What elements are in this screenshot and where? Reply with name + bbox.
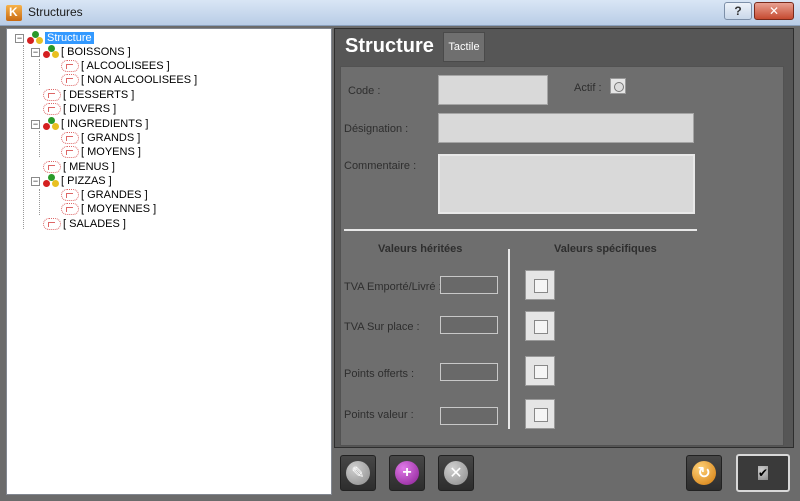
specific-values-header: Valeurs spécifiques xyxy=(554,243,657,255)
collapse-icon[interactable]: − xyxy=(31,47,40,57)
code-label: Code : xyxy=(348,85,381,97)
tree-item-pizzas[interactable]: − [ PIZZAS ] xyxy=(31,174,112,188)
points-offerts-inherited-field xyxy=(440,363,498,381)
tva-emporte-inherited-field xyxy=(440,276,498,294)
help-button[interactable]: ? xyxy=(724,2,752,20)
tree-item-label: [ MENUS ] xyxy=(63,161,115,173)
structure-leaf-icon xyxy=(43,161,61,173)
tva-sur-place-inherited-field xyxy=(440,316,498,334)
delete-button[interactable]: ✕ xyxy=(438,455,474,491)
section-divider xyxy=(344,229,697,231)
tva-emporte-label: TVA Emporté/Livré : xyxy=(344,281,442,293)
tree-item-label: [ GRANDES ] xyxy=(81,189,148,201)
points-valeur-inherited-field xyxy=(440,407,498,425)
add-button[interactable]: + xyxy=(389,455,425,491)
refresh-icon: ↻ xyxy=(692,461,716,485)
structure-group-icon xyxy=(27,31,43,45)
designation-label: Désignation : xyxy=(344,123,409,135)
tree-item-divers[interactable]: [ DIVERS ] xyxy=(43,102,116,116)
collapse-icon[interactable]: − xyxy=(15,33,24,43)
structure-leaf-icon xyxy=(61,60,79,72)
tree-item-label: [ PIZZAS ] xyxy=(61,175,112,187)
points-offerts-label: Points offerts : xyxy=(344,368,415,380)
structure-group-icon xyxy=(43,117,59,131)
tree-item-alcoolisees[interactable]: [ ALCOOLISEES ] xyxy=(61,59,170,73)
tree-item-label: [ GRANDS ] xyxy=(81,132,141,144)
herited-values-header: Valeurs héritées xyxy=(378,243,463,255)
window-title: Structures xyxy=(28,5,83,19)
delete-icon: ✕ xyxy=(444,461,468,485)
add-icon: + xyxy=(395,461,419,485)
structure-leaf-icon xyxy=(61,189,79,201)
tree-item-grandes[interactable]: [ GRANDES ] xyxy=(61,188,148,202)
tree-item-label: [ MOYENS ] xyxy=(81,146,141,158)
tree-root-label: Structure xyxy=(45,32,94,44)
structure-leaf-icon xyxy=(43,218,61,230)
collapse-icon[interactable]: − xyxy=(31,119,40,129)
collapse-icon[interactable]: − xyxy=(31,176,40,186)
tree-item-label: [ INGREDIENTS ] xyxy=(61,118,149,130)
tab-tactile[interactable]: Tactile xyxy=(443,32,485,62)
tree-item-label: [ ALCOOLISEES ] xyxy=(81,60,170,72)
tree-item-label: [ MOYENNES ] xyxy=(81,203,157,215)
tree-item-label: [ BOISSONS ] xyxy=(61,46,131,58)
tab-structure[interactable]: Structure xyxy=(339,30,441,62)
refresh-button[interactable]: ↻ xyxy=(686,455,722,491)
tree-item-moyens[interactable]: [ MOYENS ] xyxy=(61,145,141,159)
edit-button[interactable]: ✎ xyxy=(340,455,376,491)
designation-field[interactable] xyxy=(438,113,694,143)
tree-item-label: [ NON ALCOOLISEES ] xyxy=(81,74,198,86)
structure-leaf-icon xyxy=(43,89,61,101)
actif-label: Actif : xyxy=(574,82,602,94)
points-valeur-label: Points valeur : xyxy=(344,409,414,421)
app-icon xyxy=(6,5,22,21)
tree-item-ingredients[interactable]: − [ INGREDIENTS ] xyxy=(31,117,148,131)
points-offerts-specific-checkbox[interactable] xyxy=(525,356,555,386)
structure-leaf-icon xyxy=(61,146,79,158)
structure-group-icon xyxy=(43,45,59,59)
tree-item-label: [ DESSERTS ] xyxy=(63,89,135,101)
ok-button[interactable]: ✔ xyxy=(736,454,790,492)
points-valeur-specific-checkbox[interactable] xyxy=(525,399,555,429)
tree-item-salades[interactable]: [ SALADES ] xyxy=(43,217,126,231)
structure-leaf-icon xyxy=(61,74,79,86)
tree-item-label: [ DIVERS ] xyxy=(63,103,117,115)
tree-item-moyennes[interactable]: [ MOYENNES ] xyxy=(61,202,156,216)
checkmark-icon: ✔ xyxy=(757,466,769,480)
tva-emporte-specific-checkbox[interactable] xyxy=(525,270,555,300)
structure-leaf-icon xyxy=(61,132,79,144)
code-field[interactable] xyxy=(438,75,548,105)
structure-tree[interactable]: − Structure − [ BOISSONS ] [ ALCOOLISEES… xyxy=(6,28,332,495)
tree-item-boissons[interactable]: − [ BOISSONS ] xyxy=(31,45,131,59)
tree-item-non-alcoolisees[interactable]: [ NON ALCOOLISEES ] xyxy=(61,73,197,87)
tree-item-grands[interactable]: [ GRANDS ] xyxy=(61,131,140,145)
window-titlebar: Structures ? ✕ xyxy=(0,0,800,26)
edit-icon: ✎ xyxy=(346,461,370,485)
structure-leaf-icon xyxy=(61,203,79,215)
commentaire-label: Commentaire : xyxy=(344,160,417,172)
tree-item-menus[interactable]: [ MENUS ] xyxy=(43,160,115,174)
tree-root[interactable]: − Structure xyxy=(15,31,94,45)
structure-leaf-icon xyxy=(43,103,61,115)
tva-sur-place-specific-checkbox[interactable] xyxy=(525,311,555,341)
tva-sur-place-label: TVA Sur place : xyxy=(344,321,420,333)
column-divider xyxy=(508,249,510,429)
close-button[interactable]: ✕ xyxy=(754,2,794,20)
structure-group-icon xyxy=(43,174,59,188)
actif-toggle[interactable] xyxy=(610,78,626,94)
tree-item-label: [ SALADES ] xyxy=(63,218,126,230)
tree-item-desserts[interactable]: [ DESSERTS ] xyxy=(43,88,134,102)
commentaire-field[interactable] xyxy=(438,154,695,214)
